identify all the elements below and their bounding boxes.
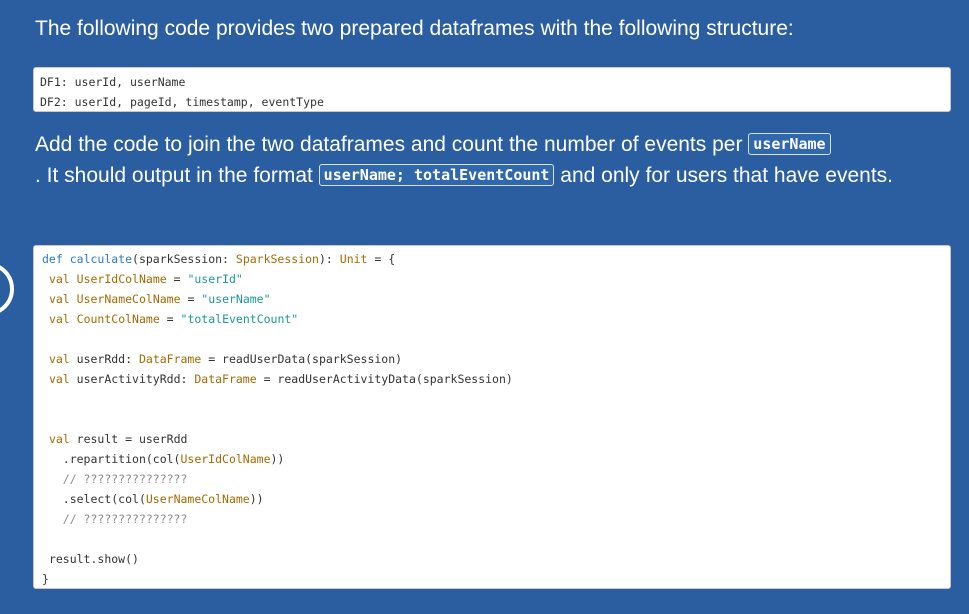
- instructions-text-3: and only for users that have events.: [554, 164, 893, 187]
- inline-code-username: userName: [748, 133, 831, 155]
- code-line-11: .repartition(col(UserIdColName)): [62, 452, 285, 466]
- question-heading: The following code provides two prepared…: [35, 17, 794, 40]
- code-line-7: val userActivityRdd: DataFrame = readUse…: [48, 372, 513, 386]
- question-panel: The following code provides two prepared…: [0, 0, 969, 614]
- schema-line-df2: DF2: userId, pageId, timestamp, eventTyp…: [40, 95, 324, 109]
- code-line-1: def calculate(sparkSession: SparkSession…: [42, 252, 396, 266]
- question-instructions: Add the code to join the two dataframes …: [35, 129, 960, 191]
- radio-circle[interactable]: [0, 262, 14, 316]
- code-line-4: val CountColName = "totalEventCount": [48, 312, 299, 326]
- schema-code-block: DF1: userId, userName DF2: userId, pageI…: [33, 67, 951, 112]
- code-line-13: .select(col(UserNameColName)): [62, 492, 264, 506]
- code-editor[interactable]: def calculate(sparkSession: SparkSession…: [33, 245, 951, 589]
- instructions-text-2: . It should output in the format: [35, 164, 319, 187]
- inline-code-output-format: userName; totalEventCount: [318, 164, 555, 186]
- code-line-17: }: [42, 572, 49, 586]
- code-line-10: val result = userRdd: [48, 432, 188, 446]
- instructions-text-1: Add the code to join the two dataframes …: [35, 133, 749, 156]
- code-line-12: // ???????????????: [62, 472, 188, 486]
- code-line-6: val userRdd: DataFrame = readUserData(sp…: [48, 352, 403, 366]
- code-line-2: val UserIdColName = "userId": [48, 272, 243, 286]
- code-line-3: val UserNameColName = "userName": [48, 292, 271, 306]
- schema-line-df1: DF1: userId, userName: [40, 75, 186, 89]
- code-line-16: result.show(): [48, 552, 139, 566]
- code-line-14: // ???????????????: [62, 512, 188, 526]
